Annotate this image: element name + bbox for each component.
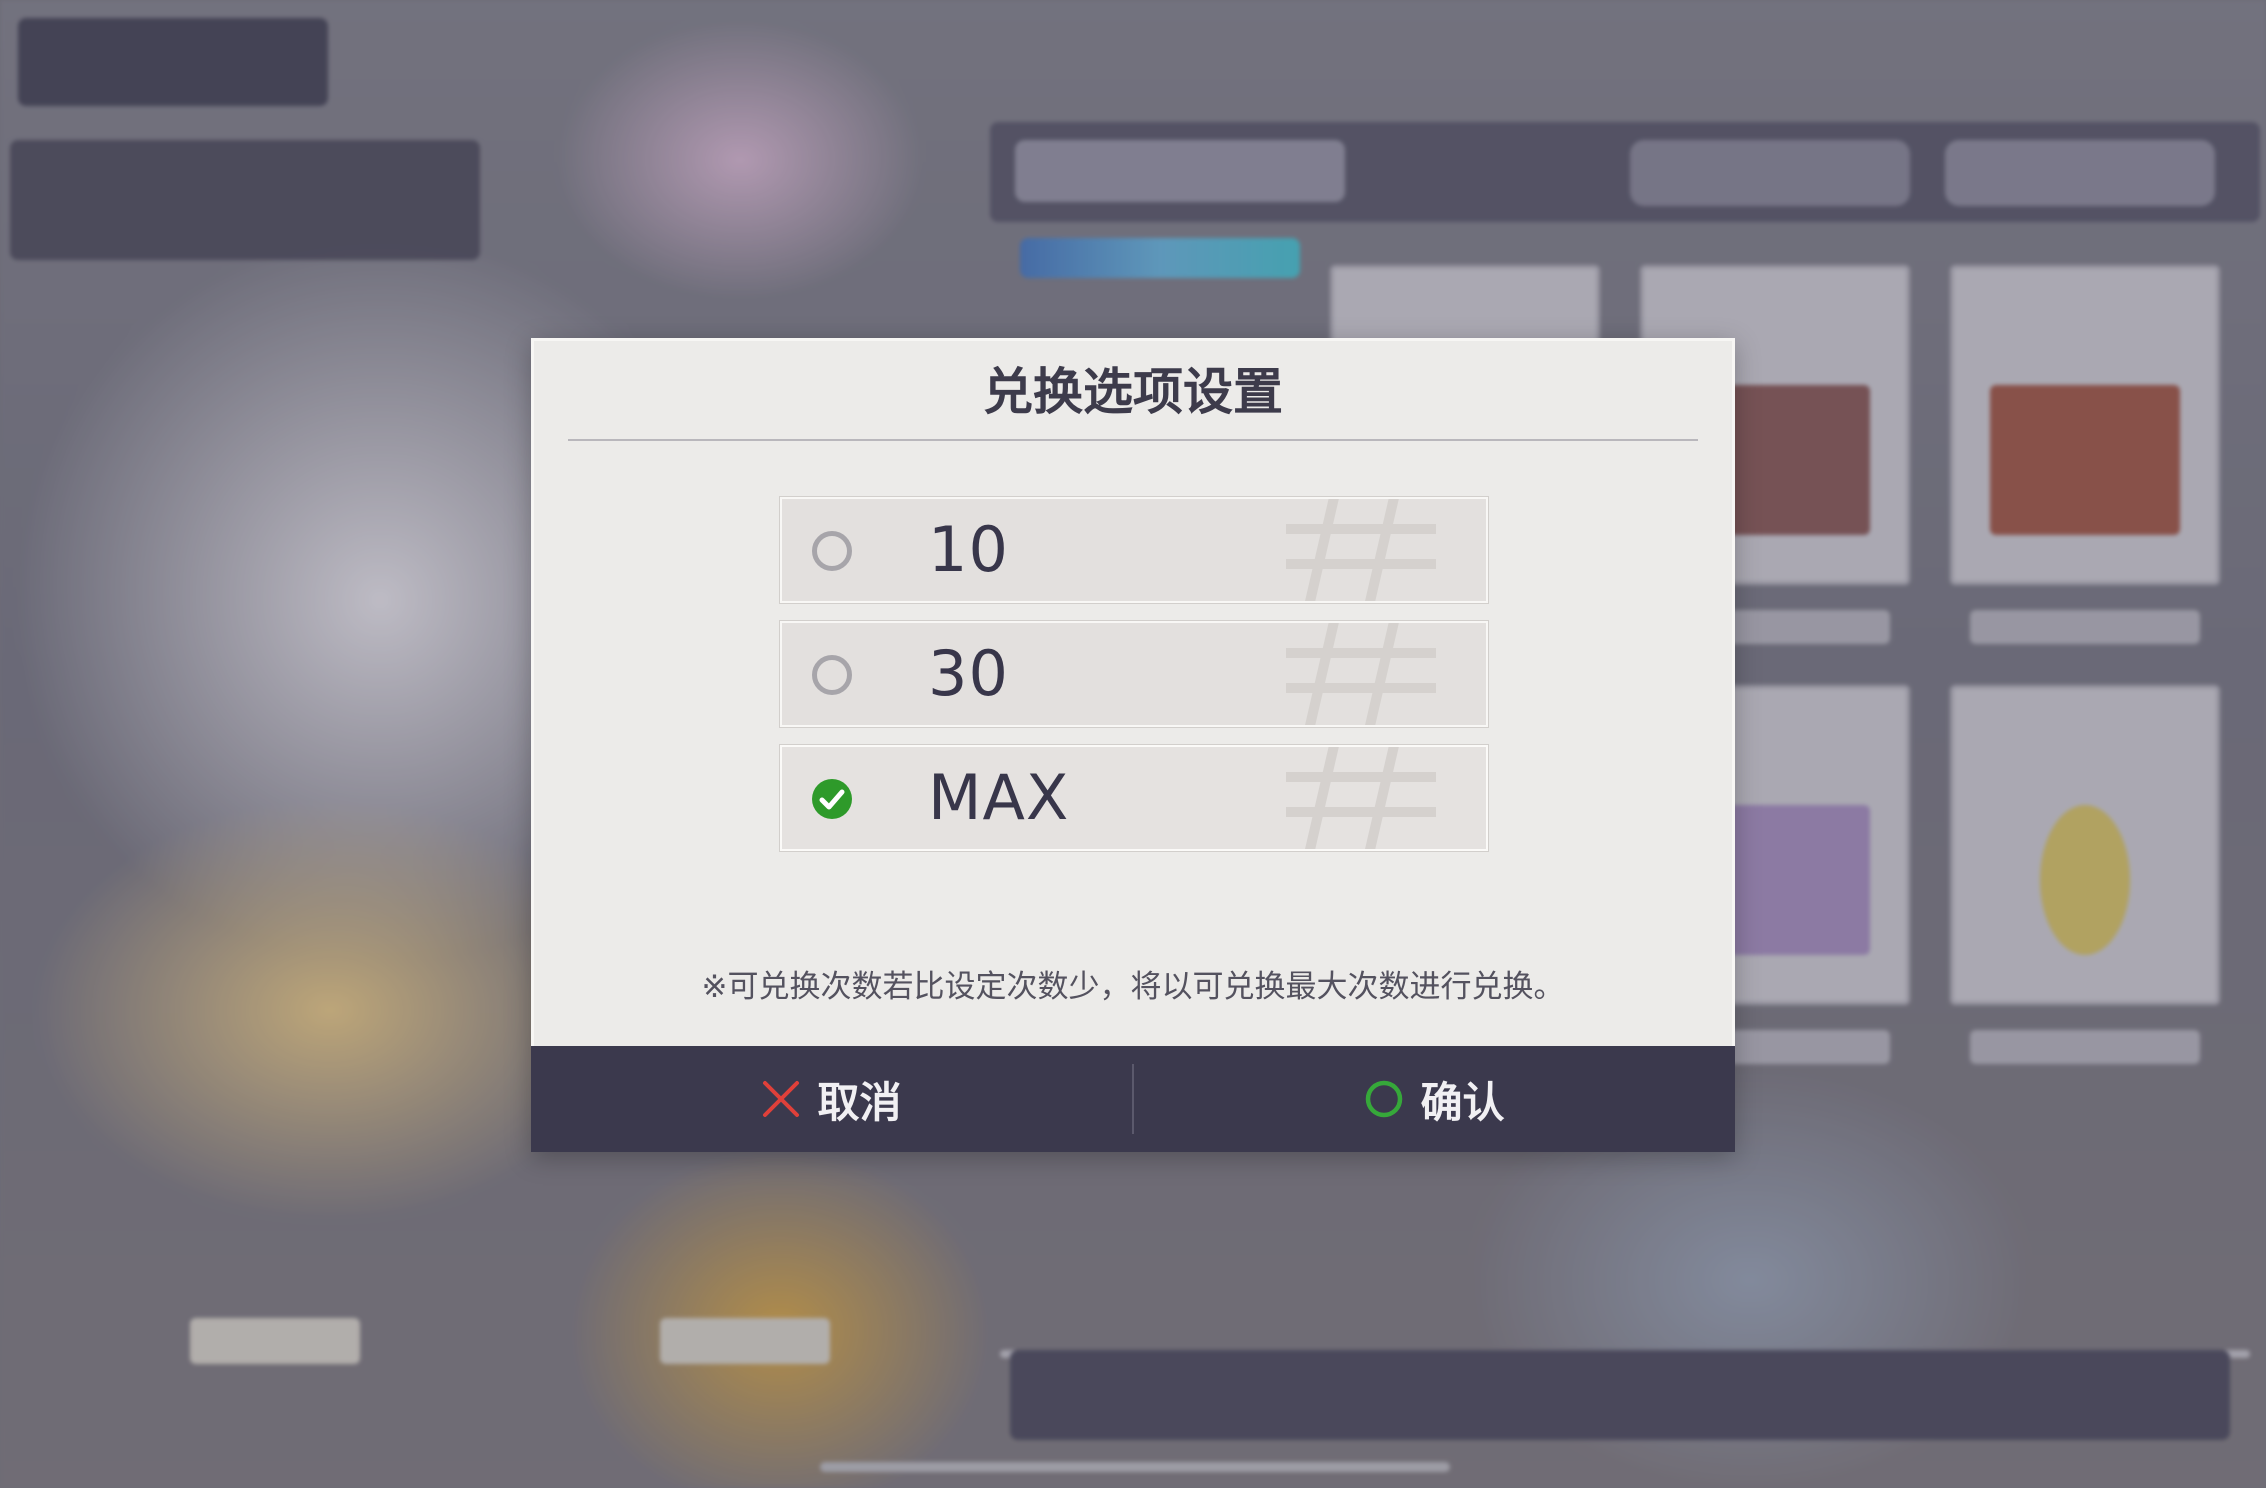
option-label: 10 <box>928 513 1009 586</box>
option-label: 30 <box>928 637 1009 710</box>
confirm-button[interactable]: 确认 <box>1134 1046 1735 1152</box>
dialog-footer: 取消 确认 <box>531 1046 1735 1152</box>
option-30[interactable]: 30 <box>780 621 1488 727</box>
exchange-note: ※可兑换次数若比设定次数少，将以可兑换最大次数进行兑换。 <box>701 969 1565 1005</box>
cancel-button[interactable]: 取消 <box>531 1046 1132 1152</box>
watermark-pattern <box>1286 499 1436 601</box>
cancel-label: 取消 <box>817 1077 902 1127</box>
circle-icon <box>1366 1080 1403 1118</box>
watermark-pattern <box>1286 747 1436 849</box>
radio-empty-icon <box>812 531 852 571</box>
option-max[interactable]: MAX <box>780 745 1488 851</box>
close-icon <box>763 1081 800 1117</box>
title-divider <box>568 439 1698 441</box>
watermark-pattern <box>1286 623 1436 725</box>
exchange-options-dialog: 兑换选项设置 10 30 MAX ※可兑换次数若比设定次数少，将以可兑换最大次数… <box>531 338 1735 1152</box>
dialog-title: 兑换选项设置 <box>983 363 1283 421</box>
radio-empty-icon <box>812 655 852 695</box>
option-10[interactable]: 10 <box>780 497 1488 603</box>
confirm-label: 确认 <box>1420 1077 1505 1127</box>
option-label: MAX <box>928 761 1070 834</box>
check-circle-icon <box>812 779 852 819</box>
